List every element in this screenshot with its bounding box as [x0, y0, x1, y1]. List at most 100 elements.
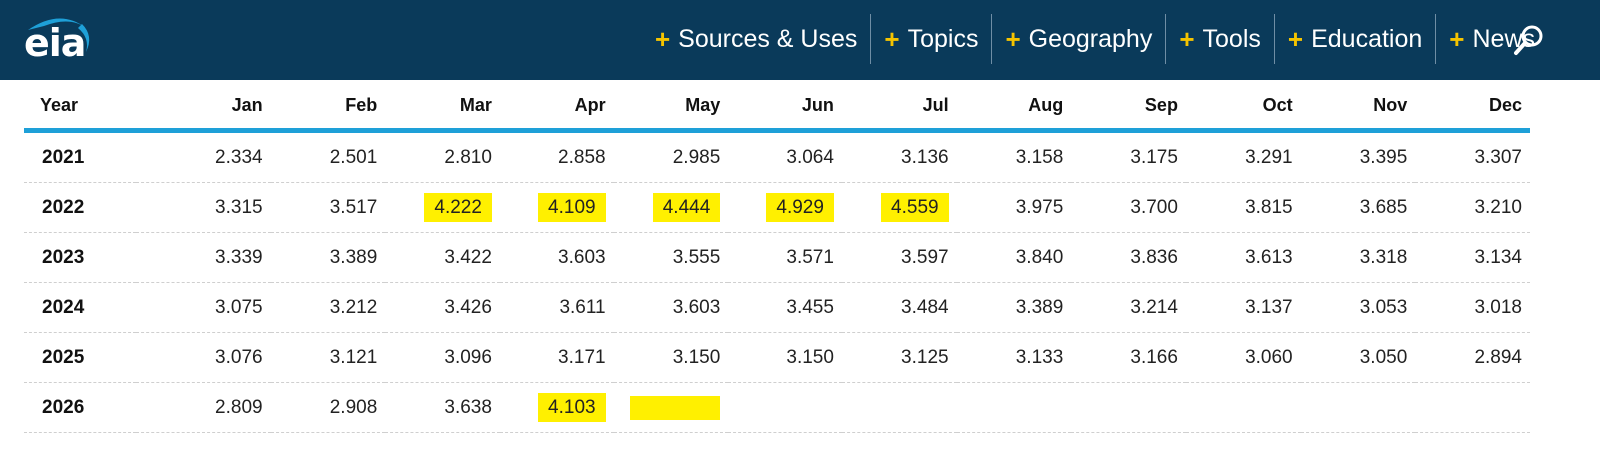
price-table: Year Jan Feb Mar Apr May Jun Jul Aug Sep Oct Nov Dec… — [24, 82, 1530, 433]
search-icon — [1514, 25, 1543, 55]
table-body: 2021 2.334 2.501 2.810 2.858 2.985 3.064 3.136 3… — [24, 130, 1530, 433]
table-cell — [956, 382, 1072, 433]
table-cell: 3.291 — [1185, 130, 1301, 183]
table-cell: 3.133 — [956, 332, 1072, 383]
table-cell: 3.389 — [956, 282, 1072, 333]
row-year: 2023 — [24, 232, 136, 283]
table-cell: 3.134 — [1415, 232, 1530, 283]
table-cell: 4.929 — [728, 182, 842, 233]
column-header-dec: Dec — [1488, 94, 1522, 115]
table-cell: 3.171 — [499, 332, 614, 383]
table-cell: 3.455 — [728, 282, 842, 333]
column-header-apr: Apr — [574, 94, 606, 115]
highlighted-value: 4.222 — [424, 192, 492, 222]
nav-item-education[interactable]: + Education — [1273, 14, 1435, 64]
highlighted-value: 4.559 — [881, 192, 949, 222]
table-cell: 3.075 — [135, 282, 271, 333]
table-cell: 4.103 — [499, 382, 614, 433]
table-cell: 3.175 — [1071, 130, 1186, 183]
table-cell — [1185, 382, 1301, 433]
table-cell: 3.053 — [1300, 282, 1416, 333]
plus-icon: + — [1287, 24, 1304, 54]
table-cell: 3.158 — [956, 130, 1072, 183]
table-cell: 3.136 — [841, 130, 957, 183]
table-cell — [613, 382, 729, 433]
table-cell: 3.389 — [270, 232, 386, 283]
table-cell: 3.064 — [728, 130, 842, 183]
table-cell: 3.638 — [385, 382, 500, 433]
table-cell: 3.150 — [728, 332, 842, 383]
nav-item-sources-uses[interactable]: + Sources & Uses — [642, 14, 870, 64]
row-year: 2024 — [24, 282, 136, 333]
table-cell: 4.109 — [499, 182, 614, 233]
nav-label: Education — [1311, 24, 1423, 53]
search-button[interactable] — [1511, 22, 1547, 58]
column-header-oct: Oct — [1262, 94, 1293, 115]
table-cell: 3.212 — [270, 282, 386, 333]
table-cell: 3.836 — [1071, 232, 1186, 283]
nav-item-geography[interactable]: + Geography — [991, 14, 1165, 64]
nav-item-tools[interactable]: + Tools — [1165, 14, 1274, 64]
table-cell — [1071, 382, 1186, 433]
column-header-mar: Mar — [459, 94, 492, 115]
nav-label: Geography — [1028, 24, 1153, 53]
table-cell: 3.395 — [1300, 130, 1416, 183]
table-cell: 3.125 — [841, 332, 957, 383]
table-cell — [1415, 382, 1530, 433]
table-cell: 3.166 — [1071, 332, 1186, 383]
column-header-aug: Aug — [1028, 94, 1064, 115]
table-cell: 3.685 — [1300, 182, 1416, 233]
plus-icon: + — [1449, 24, 1465, 54]
table-cell: 3.076 — [135, 332, 271, 383]
column-header-may: May — [685, 94, 721, 115]
table-row: 2023 3.339 3.389 3.422 3.603 3.555 3.571 3.597 3… — [24, 232, 1530, 283]
table-cell: 3.597 — [841, 232, 957, 283]
table-cell: 3.050 — [1300, 332, 1416, 383]
table-cell: 2.810 — [385, 130, 500, 183]
highlighted-value: 4.103 — [538, 392, 606, 422]
table-cell: 2.334 — [135, 130, 271, 183]
table-cell: 3.339 — [135, 232, 271, 283]
table-cell: 3.975 — [956, 182, 1072, 233]
table-row: 2022 3.315 3.517 4.222 4.109 4.444 4.929 4.559 3… — [24, 182, 1530, 233]
table-cell: 3.318 — [1300, 232, 1416, 283]
column-header-nov: Nov — [1373, 94, 1408, 115]
nav-label: Topics — [907, 24, 979, 53]
nav-item-topics[interactable]: + Topics — [870, 14, 991, 64]
table-cell: 3.210 — [1415, 182, 1530, 233]
table-cell: 4.222 — [385, 182, 500, 233]
column-header-jul: Jul — [922, 94, 949, 115]
plus-icon: + — [1005, 24, 1021, 54]
row-year: 2025 — [24, 332, 136, 383]
eia-logo[interactable]: eia — [20, 12, 100, 68]
table-cell: 3.060 — [1185, 332, 1301, 383]
table-cell: 3.018 — [1415, 282, 1530, 333]
table-cell: 3.096 — [385, 332, 500, 383]
table-cell — [841, 382, 957, 433]
table-cell: 3.611 — [499, 282, 614, 333]
table-cell: 3.840 — [956, 232, 1072, 283]
table-cell: 2.809 — [135, 382, 271, 433]
row-year: 2022 — [24, 182, 136, 233]
column-header-sep: Sep — [1144, 94, 1178, 115]
table-cell: 2.894 — [1415, 332, 1530, 383]
header-bar: eia + Sources & Uses + Topics + Geography + Too… — [0, 0, 1600, 80]
table-cell: 3.603 — [499, 232, 614, 283]
highlighted-value: 4.929 — [766, 192, 834, 222]
highlighted-value: 4.444 — [652, 192, 721, 222]
table-header-row: Year Jan Feb Mar Apr May Jun Jul Aug Sep Oct Nov Dec — [24, 82, 1530, 131]
plus-icon: + — [654, 24, 671, 54]
table-cell: 3.517 — [270, 182, 386, 233]
table-cell: 3.137 — [1185, 282, 1301, 333]
table-cell: 3.307 — [1415, 130, 1530, 183]
table-cell — [1300, 382, 1416, 433]
table-cell: 4.444 — [613, 182, 729, 233]
table-cell: 2.858 — [499, 130, 614, 183]
table-cell: 3.700 — [1071, 182, 1186, 233]
table-row: 2026 2.809 2.908 3.638 4.103 — [24, 382, 1530, 433]
table-row: 2021 2.334 2.501 2.810 2.858 2.985 3.064 3.136 3… — [24, 130, 1530, 183]
table-cell: 4.559 — [841, 182, 957, 233]
main-nav: + Sources & Uses + Topics + Geography + Tools + E… — [642, 14, 1548, 64]
table-cell: 3.150 — [613, 332, 729, 383]
table-cell: 3.484 — [841, 282, 957, 333]
